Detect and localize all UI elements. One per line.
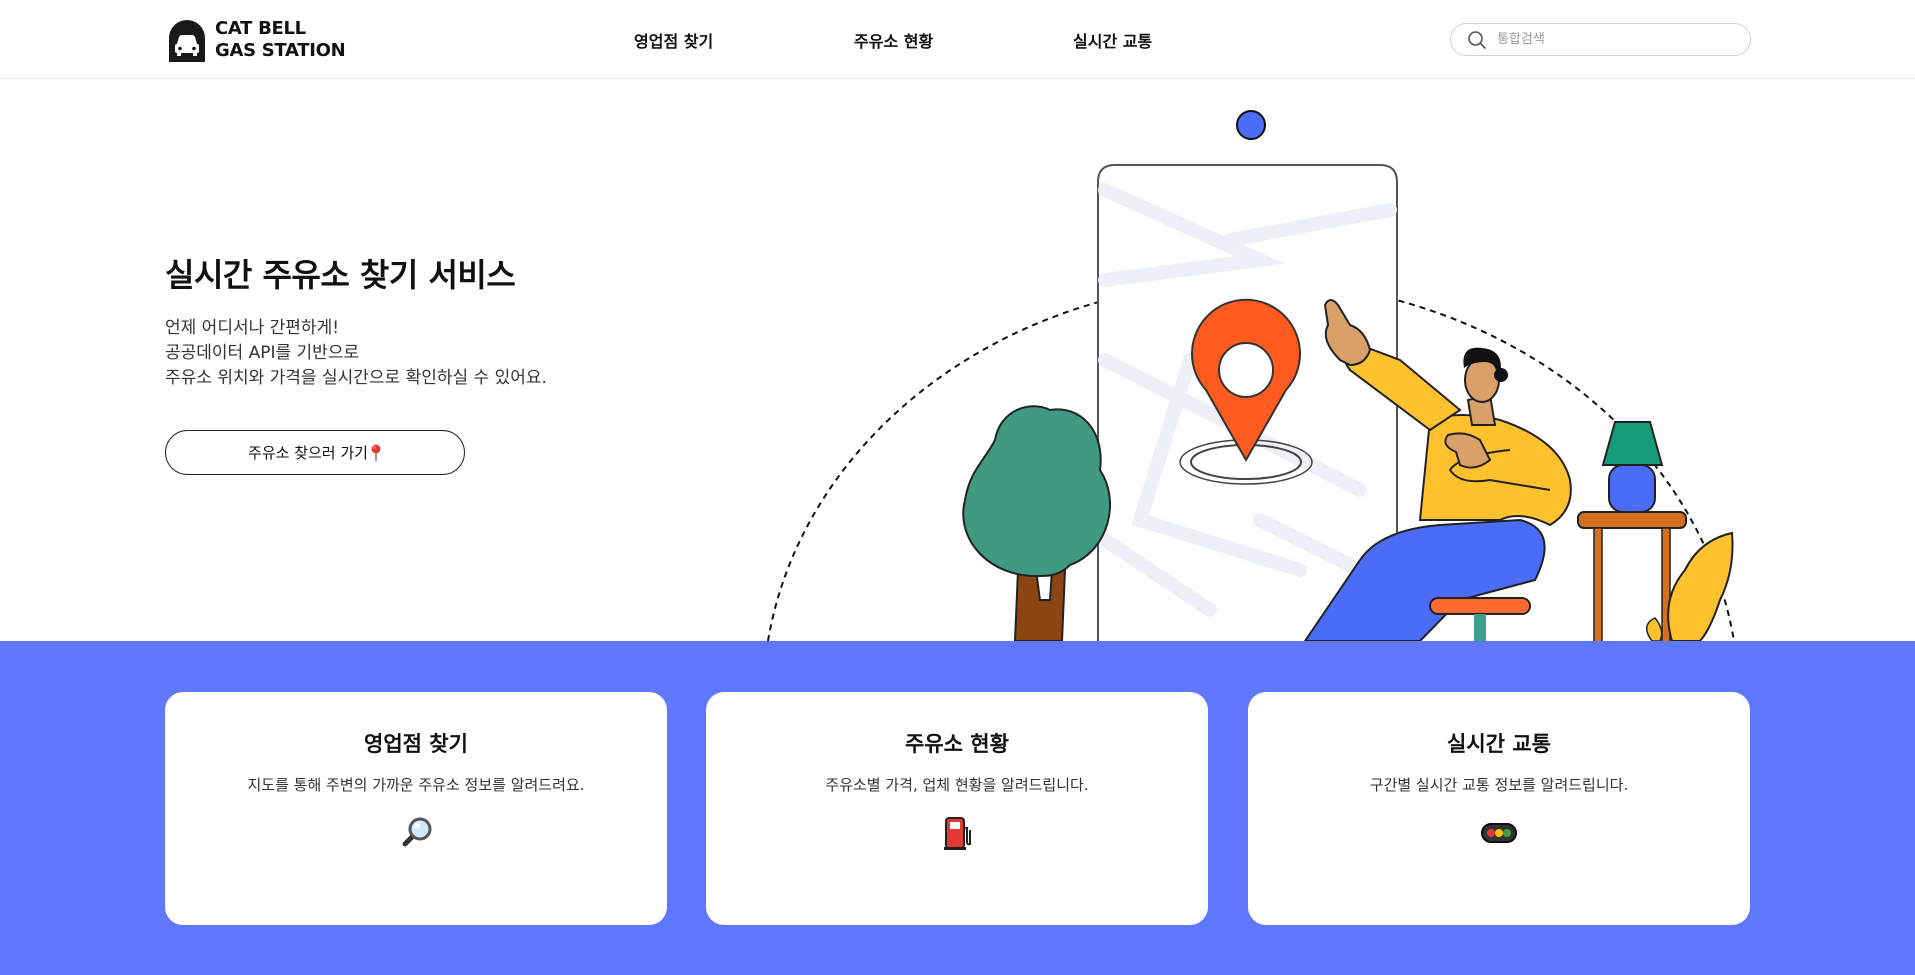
nav-item-branch-search[interactable]: 영업점 찾기: [634, 28, 713, 52]
hero-description: 언제 어디서나 간편하게! 공공데이터 API를 기반으로 주유소 위치와 가격…: [165, 316, 547, 391]
pin-icon: [371, 444, 381, 461]
orbit-dot: [1236, 110, 1266, 140]
hero-desc-line-1: 언제 어디서나 간편하게!: [165, 318, 340, 338]
nav-item-realtime-traffic[interactable]: 실시간 교통: [1073, 28, 1152, 52]
fuel-pump-icon: [937, 813, 977, 853]
card-title: 주유소 현황: [905, 732, 1009, 756]
card-description: 지도를 통해 주변의 가까운 주유소 정보를 알려드려요.: [247, 776, 585, 794]
hero-illustration: [767, 110, 1735, 642]
feature-card-branch-search[interactable]: 영업점 찾기 지도를 통해 주변의 가까운 주유소 정보를 알려드려요.: [165, 692, 667, 925]
card-title: 영업점 찾기: [364, 732, 468, 756]
feature-card-realtime-traffic[interactable]: 실시간 교통 구간별 실시간 교통 정보를 알려드립니다.: [1248, 692, 1750, 925]
car-logo-icon: [169, 20, 205, 62]
search-box[interactable]: [1450, 23, 1751, 56]
site-header: CAT BELL GAS STATION 영업점 찾기 주유소 현황 실시간 교…: [0, 0, 1915, 79]
logo-line-1: CAT BELL: [215, 18, 306, 39]
find-station-button-label: 주유소 찾으러 가기: [248, 444, 368, 462]
traffic-light-icon: [1479, 813, 1519, 853]
features-band: 영업점 찾기 지도를 통해 주변의 가까운 주유소 정보를 알려드려요. 주유소…: [0, 641, 1915, 975]
hero-title: 실시간 주유소 찾기 서비스: [165, 256, 516, 294]
nav-item-station-status[interactable]: 주유소 현황: [854, 28, 933, 52]
magnifier-icon: [396, 813, 436, 853]
hero-desc-line-2: 공공데이터 API를 기반으로: [165, 343, 360, 363]
tree-graphic: [962, 405, 1111, 642]
search-input[interactable]: [1497, 32, 1737, 47]
logo-line-2: GAS STATION: [215, 40, 346, 61]
hero-desc-line-3: 주유소 위치와 가격을 실시간으로 확인하실 수 있어요.: [165, 368, 547, 388]
plant-graphic: [1646, 531, 1734, 642]
search-icon: [1468, 30, 1486, 49]
feature-card-station-status[interactable]: 주유소 현황 주유소별 가격, 업체 현황을 알려드립니다.: [706, 692, 1208, 925]
card-description: 구간별 실시간 교통 정보를 알려드립니다.: [1369, 776, 1629, 794]
find-station-button[interactable]: 주유소 찾으러 가기: [165, 430, 465, 475]
logo[interactable]: CAT BELL GAS STATION: [165, 18, 346, 62]
logo-text: CAT BELL GAS STATION: [215, 18, 346, 62]
card-description: 주유소별 가격, 업체 현황을 알려드립니다.: [825, 776, 1089, 794]
card-title: 실시간 교통: [1447, 732, 1551, 756]
